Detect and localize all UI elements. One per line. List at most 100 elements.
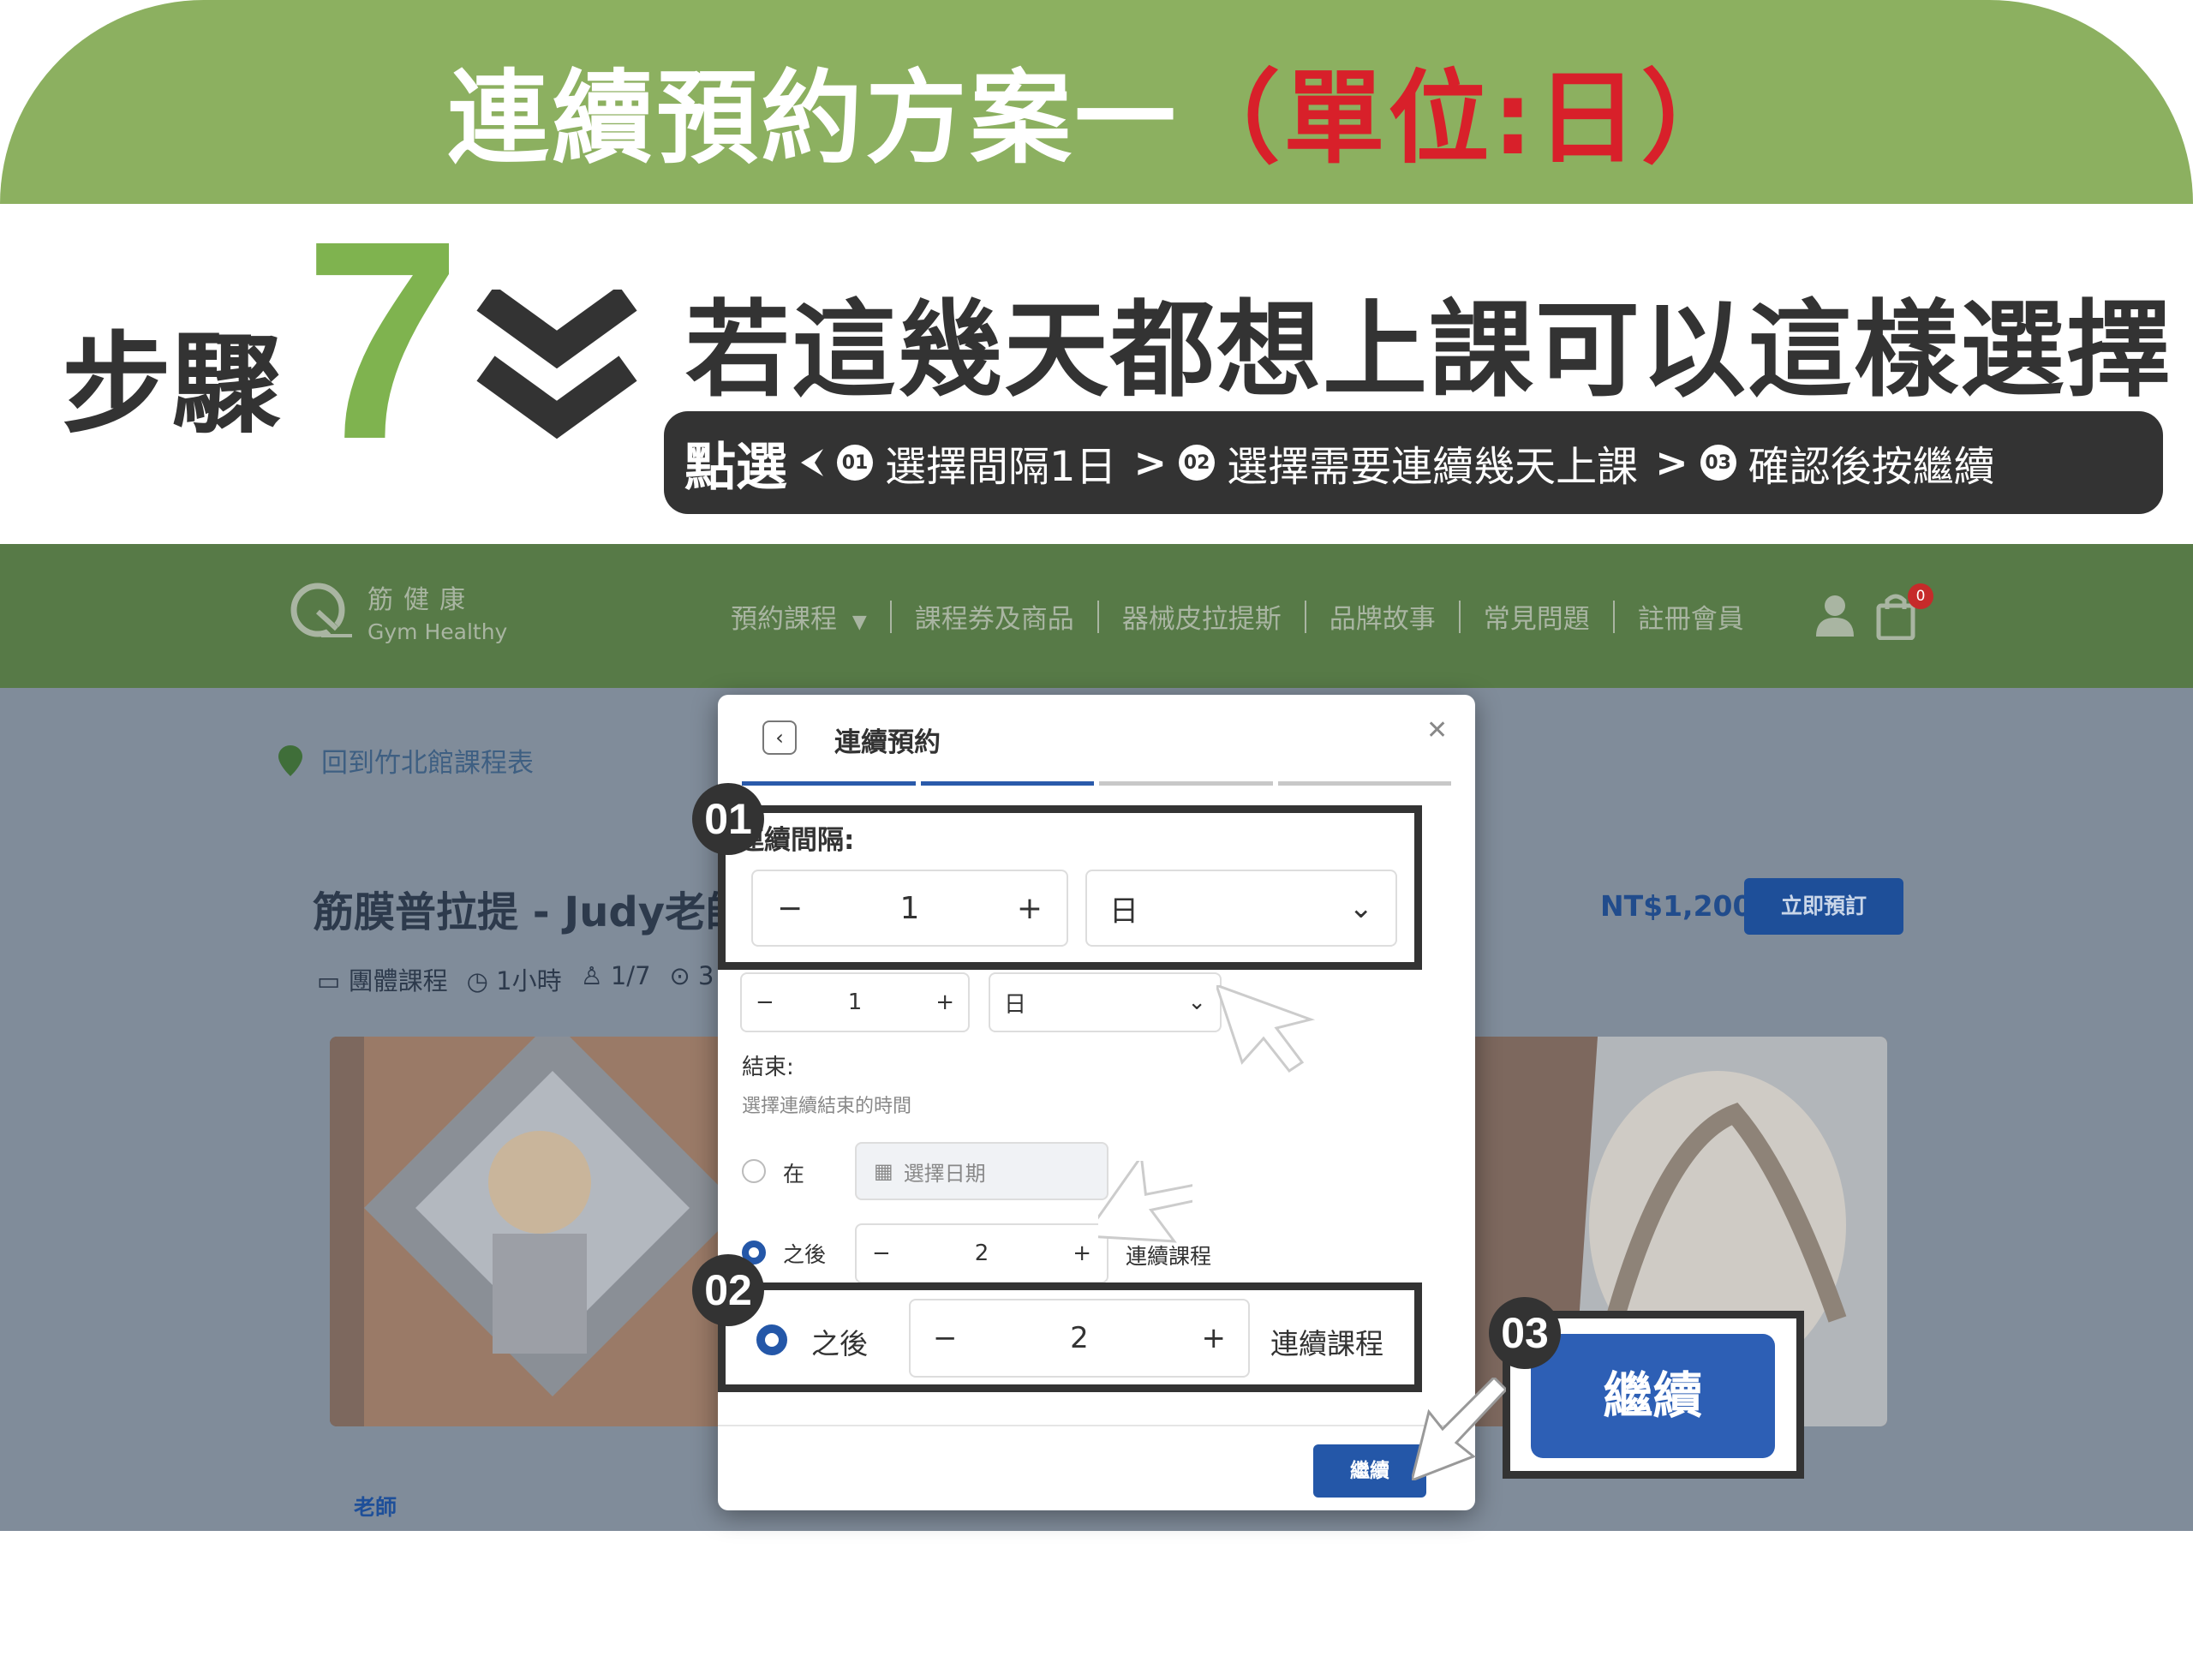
minus-icon[interactable]: − [872,1241,891,1266]
progress-segment [1099,781,1273,786]
menu-vouchers[interactable]: 課程券及商品 [892,597,1097,636]
cart-count-badge: 0 [1908,583,1933,609]
menu-faq[interactable]: 常見問題 [1461,597,1613,636]
meta-duration: ◷ 1小時 [467,961,562,997]
menu-booking-label: 預約課程 [731,604,837,635]
modal-back-button[interactable]: ‹ [762,720,797,755]
chevron-down-icon: ⌄ [1348,891,1374,925]
banner-title-main: 連續預約方案一 [447,59,1180,177]
meta-location-label: 3 [698,961,714,990]
site-logo[interactable]: 筋健康 Gym Healthy [287,578,507,644]
modal-continue-button[interactable]: 繼續 [1313,1444,1426,1498]
meta-capacity-label: 1/7 [610,961,651,990]
teacher-tab[interactable]: 老師 [354,1491,397,1522]
interval-value-small: 1 [847,989,863,1015]
end-on-label: 在 [783,1162,805,1187]
plus-icon[interactable]: + [1201,1321,1226,1355]
close-icon[interactable]: ✕ [1426,715,1448,745]
end-after-label-small: 之後 [783,1242,827,1267]
after-value-small: 2 [974,1241,989,1266]
cursor-arrow-icon [1098,1161,1192,1243]
end-on-date-radio[interactable] [742,1159,766,1183]
instruction-step-3: 確認後按繼續 [1748,443,1995,491]
step-label: 步驟 [62,321,282,449]
pointer-left-icon [801,449,823,476]
title-banner: 連續預約方案一（單位:日） [0,0,2193,204]
minus-icon[interactable]: − [933,1321,958,1355]
calendar-icon: ▦ [874,1159,893,1183]
headline: 若這幾天都想上課可以這樣選擇 [685,290,2172,411]
callout-number-03: 03 [1489,1297,1561,1369]
minus-icon[interactable]: − [756,989,774,1015]
modal-footer-divider [718,1425,1475,1426]
double-chevron-down-icon [476,290,637,439]
interval-stepper-small[interactable]: − 1 + [740,972,970,1032]
logo-english: Gym Healthy [367,619,508,644]
step-badge-1: 01 [837,445,873,481]
cursor-arrow-icon [1412,1378,1506,1480]
book-now-button[interactable]: 立即預訂 [1744,878,1903,935]
menu-brand-story[interactable]: 品牌故事 [1306,597,1459,636]
back-to-schedule-link[interactable]: 回到竹北館課程表 [278,741,534,780]
interval-unit-select-small[interactable]: 日 ⌄ [989,972,1222,1032]
end-after-radio[interactable] [756,1324,787,1355]
callout-number-02: 02 [692,1254,764,1326]
course-price: NT$1,200 [1600,889,1753,923]
after-stepper-small[interactable]: − 2 + [855,1223,1108,1283]
chevron-right-icon: > [1133,439,1168,486]
date-placeholder: 選擇日期 [903,1161,986,1186]
location-pin-icon [278,744,302,776]
end-label: 結束: [742,1055,794,1080]
after-suffix: 連續課程 [1270,1327,1383,1360]
logo-chinese: 筋健康 [367,585,475,615]
callout-interval: 連續間隔: −1 + 日 ⌄ [718,805,1422,970]
callout-end-after: 之後 − 2 + 連續課程 [718,1282,1422,1392]
course-meta: ▭ 團體課程 ◷ 1小時 ♙ 1/7 ⊙ 3 [317,961,714,997]
interval-stepper[interactable]: − 1 + [751,870,1068,947]
end-date-picker[interactable]: ▦ 選擇日期 [855,1142,1108,1200]
menu-booking[interactable]: 預約課程 ▼ [731,597,890,636]
interval-unit: 日 [1109,894,1138,929]
banner-title-unit: （單位:日） [1179,59,1746,177]
meta-category-label: 團體課程 [348,966,448,995]
caret-down-icon: ▼ [852,612,867,633]
location-icon: ⊙ [669,961,690,990]
plus-icon[interactable]: + [1073,1241,1091,1266]
end-sublabel: 選擇連續結束的時間 [742,1096,912,1117]
cursor-arrow-icon [1216,985,1316,1073]
progress-segment [742,781,916,786]
logo-mark-icon [290,583,352,637]
interval-unit-select[interactable]: 日 ⌄ [1085,870,1397,947]
step-badge-2: 02 [1179,445,1216,481]
step-badge-3: 03 [1700,445,1736,481]
instruction-lead: 點選 [684,437,787,498]
course-title: 筋膜普拉提 - Judy老師 [313,888,748,936]
meta-duration-label: 1小時 [496,966,562,995]
plus-icon[interactable]: + [1017,891,1043,926]
modal-title: 連續預約 [834,727,941,758]
site-navbar: 筋健康 Gym Healthy 預約課程 ▼ 課程券及商品 器械皮拉提斯 品牌故… [0,544,2193,688]
chevron-right-icon: > [1655,439,1688,486]
menu-register[interactable]: 註冊會員 [1615,597,1767,636]
clock-icon: ◷ [466,966,488,995]
banner-title: 連續預約方案一（單位:日） [0,36,2193,182]
plus-icon[interactable]: + [935,989,954,1015]
end-after-label: 之後 [811,1327,868,1360]
modal-progress-tabs [742,781,1451,786]
chevron-down-icon: ⌄ [1187,989,1206,1015]
step-number: 7 [304,182,462,498]
big-continue-button[interactable]: 繼續 [1531,1334,1775,1458]
chevron-left-icon: ‹ [775,726,784,750]
after-stepper[interactable]: − 2 + [909,1299,1250,1378]
back-link-label: 回到竹北館課程表 [321,748,534,779]
instruction-step-1: 選擇間隔1日 [885,443,1117,491]
meta-location: ⊙ 3 [670,961,714,997]
person-icon: ♙ [580,961,603,990]
user-icon[interactable] [1816,594,1854,637]
minus-icon[interactable]: − [777,891,803,926]
menu-reformer-pilates[interactable]: 器械皮拉提斯 [1099,597,1305,636]
after-value: 2 [1070,1321,1089,1355]
main-menu: 預約課程 ▼ 課程券及商品 器械皮拉提斯 品牌故事 常見問題 註冊會員 [731,597,1767,636]
progress-segment [920,781,1094,786]
instruction-step-2: 選擇需要連續幾天上課 [1227,443,1639,491]
